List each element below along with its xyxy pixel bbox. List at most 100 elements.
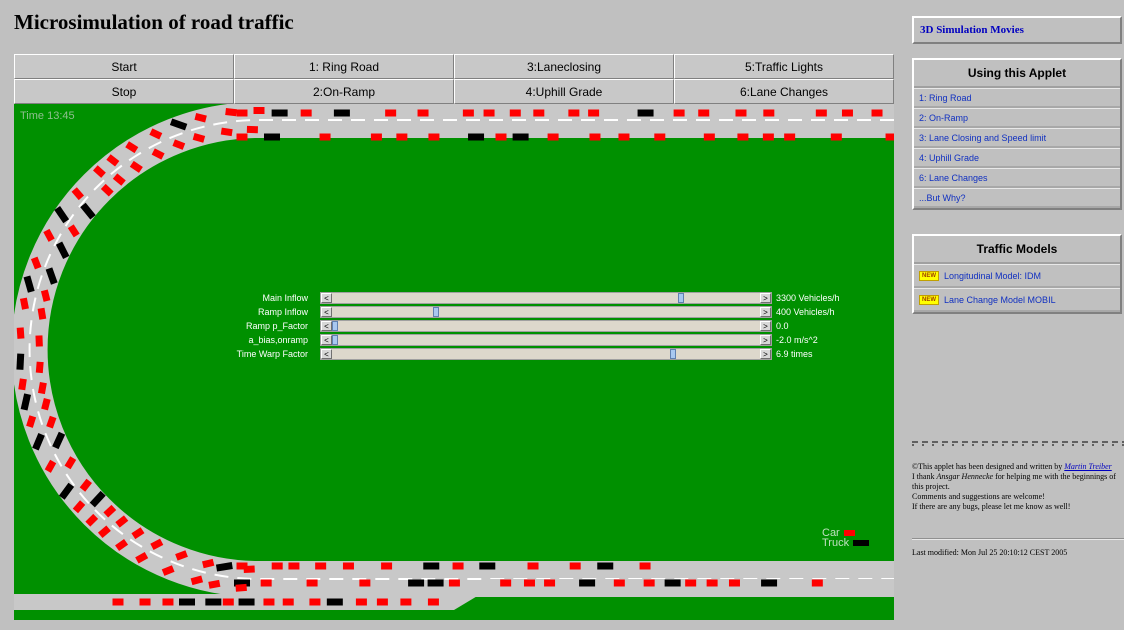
car-vehicle [500,579,512,587]
car-vehicle [762,133,774,141]
scroll-left-icon[interactable]: < [321,307,332,317]
control-row: Ramp p_Factor < >0.0 [14,320,894,333]
car-vehicle [396,133,408,141]
model-item-idm[interactable]: NEW Longitudinal Model: IDM [914,264,1120,288]
car-vehicle [315,562,327,570]
truck-vehicle [761,579,778,587]
car-vehicle [811,579,823,587]
slider-thumb[interactable] [332,335,338,345]
car-vehicle [728,579,740,587]
control-row: Main Inflow < >3300 Vehicles/h [14,292,894,305]
using-item-lane-changes[interactable]: 6: Lane Changes [914,168,1120,188]
control-slider[interactable]: < > [320,320,772,332]
slider-thumb[interactable] [332,321,338,331]
truck-vehicle [597,562,614,570]
car-vehicle [448,579,460,587]
scroll-right-icon[interactable]: > [760,293,771,303]
using-item-why[interactable]: ...But Why? [914,188,1120,208]
car-vehicle [342,562,354,570]
car-vehicle [841,109,853,117]
car-vehicle [35,361,44,374]
control-label: Time Warp Factor [236,349,308,359]
car-vehicle [355,598,367,606]
control-label: Main Inflow [262,293,308,303]
control-slider[interactable]: < > [320,292,772,304]
control-slider[interactable]: < > [320,348,772,360]
control-slider[interactable]: < > [320,334,772,346]
car-vehicle [417,109,429,117]
slider-thumb[interactable] [678,293,685,303]
car-vehicle [271,562,283,570]
legend: Car Truck [822,528,870,549]
car-vehicle [139,598,151,606]
slider-thumb[interactable] [669,349,676,359]
scroll-left-icon[interactable]: < [321,321,332,331]
credits: ©This applet has been designed and writt… [912,462,1124,512]
using-item-ring-road[interactable]: 1: Ring Road [914,88,1120,108]
model-item-mobil[interactable]: NEW Lane Change Model MOBIL [914,288,1120,312]
traffic-lights-button[interactable]: 5:Traffic Lights [674,54,894,79]
last-modified: Last modified: Mon Jul 25 20:10:12 CEST … [912,548,1068,557]
car-vehicle [885,133,894,141]
scroll-right-icon[interactable]: > [760,349,771,359]
car-vehicle [236,133,248,141]
new-badge-icon: NEW [919,270,939,281]
scroll-right-icon[interactable]: > [760,307,771,317]
using-item-lane-closing[interactable]: 3: Lane Closing and Speed limit [914,128,1120,148]
lane-changes-button[interactable]: 6:Lane Changes [674,79,894,104]
car-vehicle [319,133,331,141]
using-applet-box: Using this Applet 1: Ring Road 2: On-Ram… [912,58,1122,210]
car-vehicle [588,109,600,117]
scroll-left-icon[interactable]: < [321,349,332,359]
car-vehicle [639,562,651,570]
laneclosing-button[interactable]: 3:Laneclosing [454,54,674,79]
scroll-right-icon[interactable]: > [760,321,771,331]
truck-swatch [853,540,870,546]
new-badge-icon: NEW [919,294,939,305]
author-link[interactable]: Martin Treiber [1064,462,1111,471]
car-vehicle [462,109,474,117]
simulation-canvas[interactable]: Time 13:45 Main Inflow < >3300 Vehicles/h R… [14,104,894,620]
uphill-grade-button[interactable]: 4:Uphill Grade [454,79,674,104]
truck-vehicle [468,133,485,141]
car-vehicle [523,579,535,587]
stop-button[interactable]: Stop [14,79,234,104]
car-vehicle [282,598,294,606]
divider [912,538,1124,540]
road-divider-icon [912,441,1124,446]
car-vehicle [763,109,775,117]
scroll-left-icon[interactable]: < [321,293,332,303]
car-vehicle [544,579,556,587]
car-vehicle [300,109,312,117]
page-title: Microsimulation of road traffic [14,10,294,34]
car-swatch [843,530,855,536]
scroll-right-icon[interactable]: > [760,335,771,345]
model-item-label: Longitudinal Model: IDM [944,270,1042,281]
car-vehicle [427,598,439,606]
control-slider[interactable]: < > [320,306,772,318]
control-value: 6.9 times [776,349,813,359]
truck-vehicle [479,562,496,570]
on-ramp-button[interactable]: 2:On-Ramp [234,79,454,104]
truck-vehicle [512,133,529,141]
movies-link[interactable]: 3D Simulation Movies [912,16,1122,44]
slider-thumb[interactable] [433,307,440,317]
control-value: 3300 Vehicles/h [776,293,840,303]
car-vehicle [246,125,259,134]
scroll-left-icon[interactable]: < [321,335,332,345]
car-vehicle [428,133,440,141]
start-button[interactable]: Start [14,54,234,79]
using-item-on-ramp[interactable]: 2: On-Ramp [914,108,1120,128]
car-vehicle [527,562,539,570]
car-vehicle [400,598,412,606]
car-vehicle [685,579,697,587]
car-vehicle [370,133,382,141]
car-vehicle [815,109,827,117]
car-vehicle [260,579,272,587]
control-label: Ramp p_Factor [245,321,308,331]
car-vehicle [547,133,559,141]
credits-helper: Ansgar Hennecke [936,472,994,481]
using-item-uphill[interactable]: 4: Uphill Grade [914,148,1120,168]
car-vehicle [589,133,601,141]
ring-road-button[interactable]: 1: Ring Road [234,54,454,79]
